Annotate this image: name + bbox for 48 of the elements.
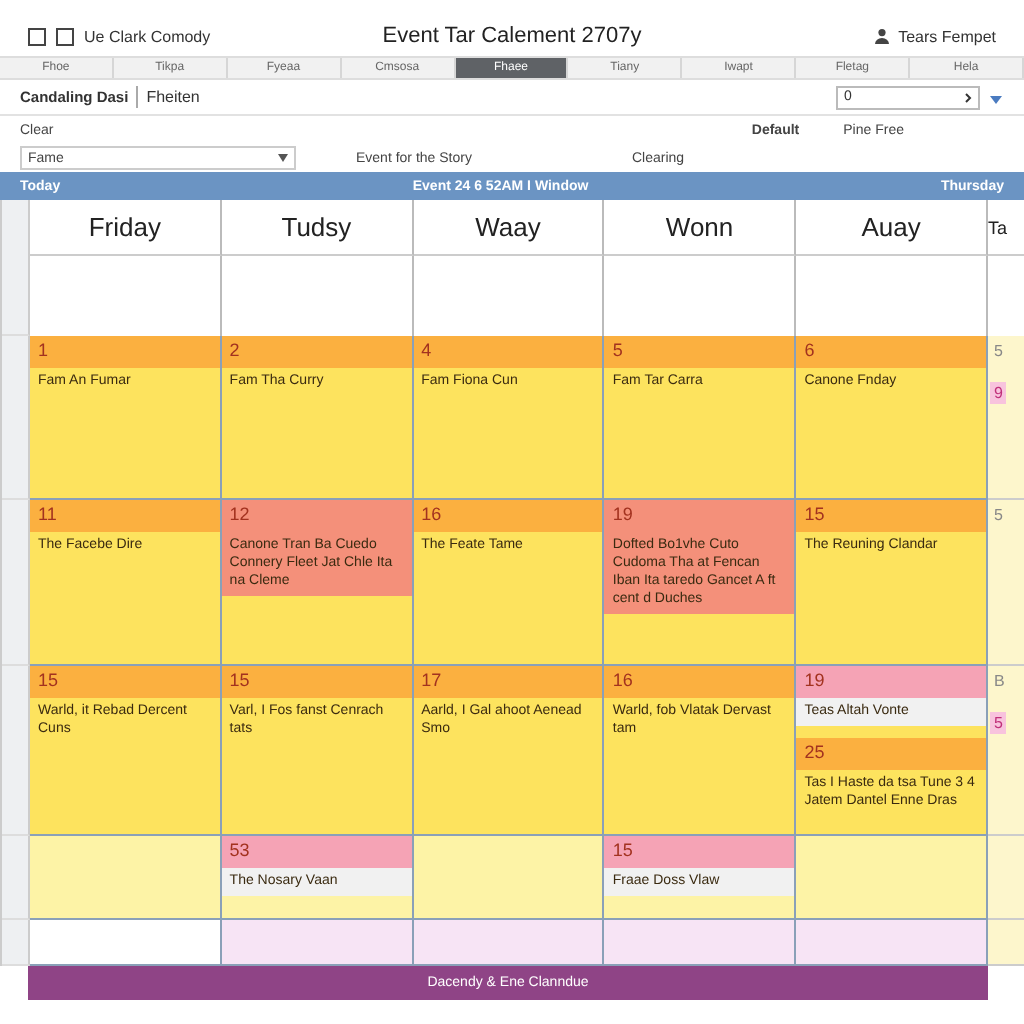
event-date: 6 <box>796 336 986 368</box>
calendar-cell[interactable] <box>796 920 988 966</box>
calendar-cell[interactable] <box>413 836 605 920</box>
day-header: Friday <box>30 200 222 256</box>
calendar-cell[interactable] <box>30 836 222 920</box>
app-name: Ue Clark Comody <box>84 27 211 45</box>
user-icon[interactable] <box>874 28 891 44</box>
save-icon[interactable] <box>56 27 74 45</box>
calendar-cell[interactable] <box>413 920 605 966</box>
event-date: 5 <box>604 336 795 368</box>
event-date: 17 <box>413 666 603 698</box>
calendar-cell[interactable] <box>221 920 414 966</box>
event-date: 11 <box>30 500 220 532</box>
calendar-cell[interactable] <box>30 920 222 966</box>
day-header: Wonn <box>604 200 797 256</box>
day-number: 9 <box>990 382 1007 404</box>
day-number: B <box>992 670 1007 692</box>
calendar-cell[interactable]: B 5 <box>988 666 1024 836</box>
day-header: Auay <box>796 200 988 256</box>
calendar-cell[interactable]: 5 9 <box>988 336 1024 500</box>
toolbar-subtitle: Fheiten <box>146 88 200 106</box>
event-date: 16 <box>604 666 795 698</box>
event-date: 15 <box>221 666 412 698</box>
day-number: 5 <box>992 340 1005 362</box>
caret-icon <box>278 154 288 162</box>
chevron-icon <box>964 91 972 103</box>
event-date: 19 <box>796 666 986 698</box>
day-header: Tudsy <box>221 200 414 256</box>
event-date: 15 <box>30 666 220 698</box>
calendar-cell[interactable] <box>988 920 1024 966</box>
user-name[interactable]: Tears Fempet <box>898 27 996 45</box>
day-number: 5 <box>990 712 1007 734</box>
event-date: 15 <box>796 500 986 532</box>
event-date: 2 <box>221 336 412 368</box>
calendar-cell[interactable] <box>604 920 797 966</box>
event-date: 25 <box>796 738 986 770</box>
event-date: 4 <box>413 336 603 368</box>
window-title: Event Tar Calement 2707y <box>382 24 642 48</box>
calendar-cell[interactable] <box>796 836 988 920</box>
event-date: 16 <box>413 500 603 532</box>
calendar-cell[interactable] <box>988 836 1024 920</box>
event-date: 53 <box>221 836 412 868</box>
window-icon[interactable] <box>28 27 46 45</box>
day-number: 5 <box>992 504 1005 526</box>
day-header: Waay <box>413 200 605 256</box>
event-date: 15 <box>604 836 795 868</box>
event-date: 1 <box>30 336 220 368</box>
day-header: Ta <box>988 200 1024 256</box>
